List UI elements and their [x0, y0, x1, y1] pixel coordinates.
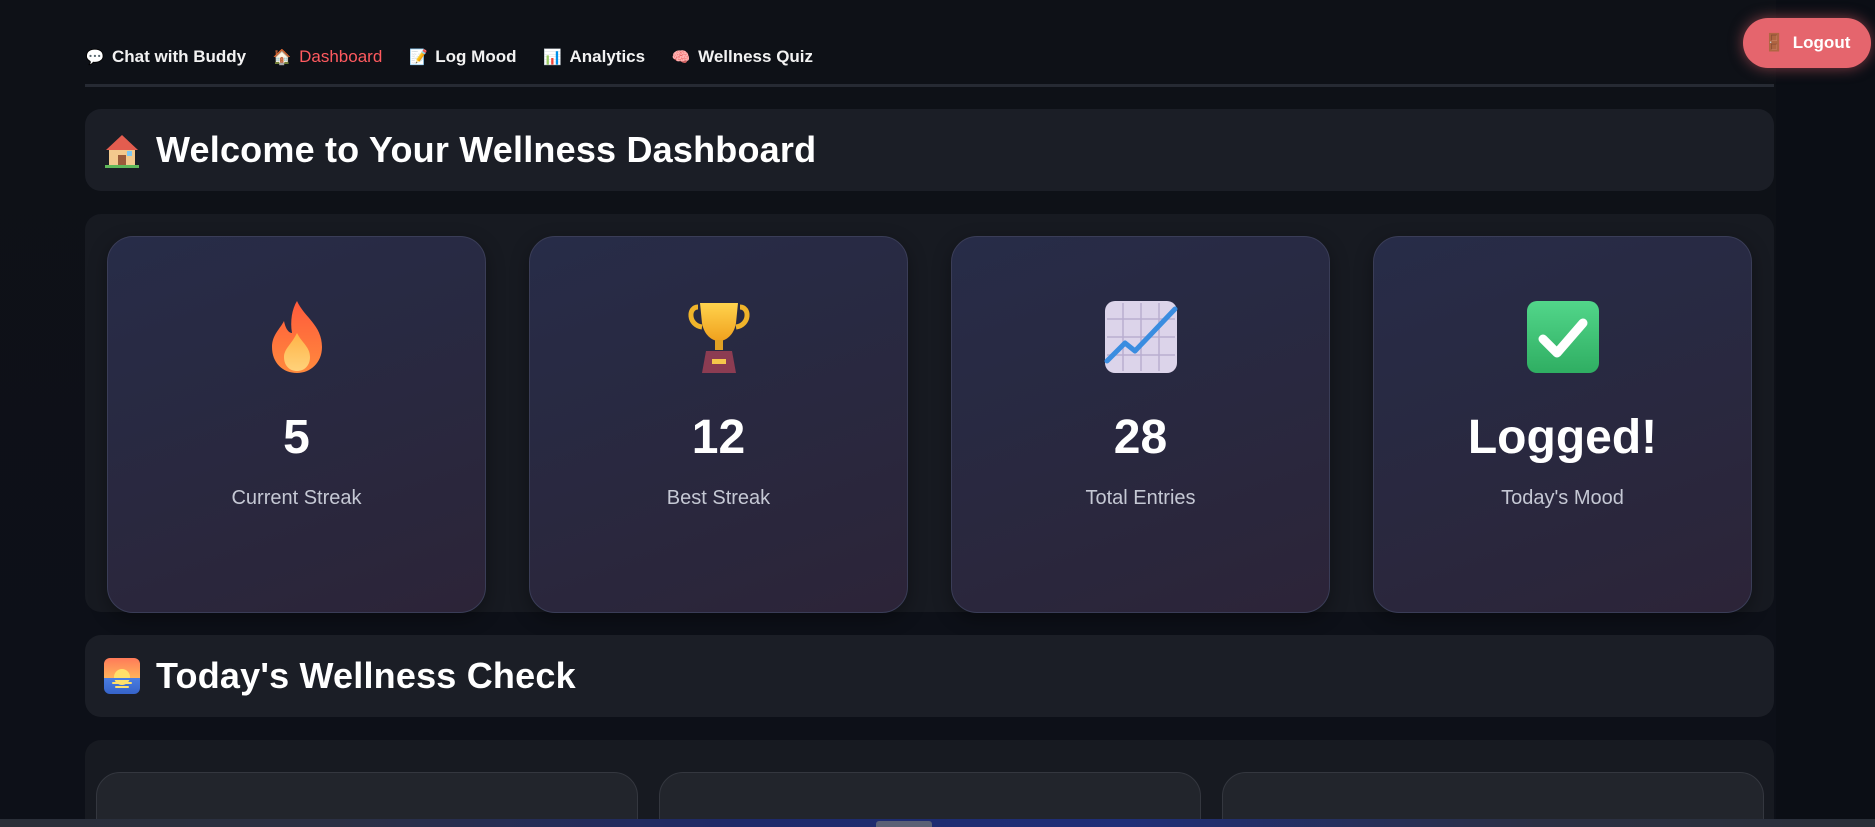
right-rail [1776, 0, 1875, 827]
logout-button[interactable]: 🚪 Logout [1743, 18, 1871, 68]
metric-label: Total Entries [1085, 487, 1196, 509]
metric-card-total-entries: 28 Total Entries [951, 236, 1330, 613]
sunrise-icon [102, 656, 142, 696]
nav-item-chat-with-buddy[interactable]: 💬 Chat with Buddy [85, 40, 246, 74]
brain-icon: 🧠 [671, 49, 691, 66]
metric-label: Today's Mood [1501, 487, 1624, 509]
metric-card-todays-mood: Logged! Today's Mood [1373, 236, 1752, 613]
nav-item-label: Log Mood [435, 47, 517, 66]
wellness-check-panel [85, 740, 1774, 827]
nav-item-label: Analytics [569, 47, 646, 66]
trophy-icon [681, 299, 757, 375]
metric-card-best-streak: 12 Best Streak [529, 236, 908, 613]
metric-value: 28 [1113, 411, 1168, 464]
metric-card-current-streak: 5 Current Streak [107, 236, 486, 613]
nav-item-dashboard[interactable]: 🏠 Dashboard [272, 40, 383, 79]
metrics-panel: 5 Current Streak 12 Best Streak 28 Total… [85, 214, 1774, 613]
metric-value: Logged! [1467, 411, 1658, 464]
wellness-check-header: Today's Wellness Check [85, 635, 1774, 717]
logout-label: Logout [1792, 33, 1851, 52]
taskbar-button[interactable] [876, 821, 932, 827]
fire-icon [259, 299, 335, 375]
nav-item-label: Wellness Quiz [698, 47, 814, 66]
bar-chart-icon: 📊 [543, 49, 562, 66]
nav-item-label: Dashboard [299, 47, 383, 66]
check-mark-icon [1525, 299, 1601, 375]
os-taskbar [0, 819, 1875, 827]
top-nav: 💬 Chat with Buddy 🏠 Dashboard 📝 Log Mood… [85, 40, 813, 79]
nav-item-label: Chat with Buddy [112, 47, 247, 66]
memo-icon: 📝 [408, 49, 428, 66]
house-icon [102, 130, 142, 170]
nav-item-wellness-quiz[interactable]: 🧠 Wellness Quiz [671, 40, 813, 74]
metric-label: Best Streak [666, 487, 771, 509]
house-icon: 🏠 [272, 49, 292, 66]
section-title: Today's Wellness Check [156, 655, 576, 696]
nav-item-analytics[interactable]: 📊 Analytics [542, 40, 645, 74]
nav-divider [85, 84, 1774, 87]
metric-label: Current Streak [231, 487, 362, 509]
door-icon: 🚪 [1763, 33, 1785, 52]
chart-increasing-icon [1103, 299, 1179, 375]
app-page: 💬 Chat with Buddy 🏠 Dashboard 📝 Log Mood… [0, 0, 1875, 827]
nav-item-log-mood[interactable]: 📝 Log Mood [408, 40, 517, 74]
welcome-header: Welcome to Your Wellness Dashboard [85, 109, 1774, 191]
metric-value: 12 [691, 411, 746, 464]
speech-balloon-icon: 💬 [85, 49, 105, 66]
page-title: Welcome to Your Wellness Dashboard [156, 129, 817, 170]
metric-value: 5 [283, 411, 310, 464]
